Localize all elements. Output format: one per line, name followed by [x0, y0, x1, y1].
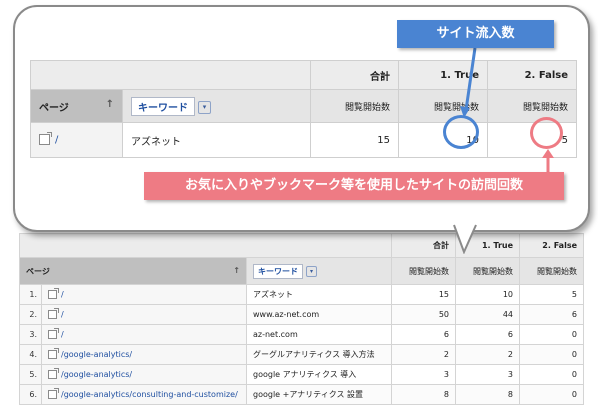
page-column-header[interactable]: ページ ↑ [19, 257, 247, 285]
table-row: 1. / アズネット 15 10 5 [19, 284, 585, 305]
table-row: 4. /google-analytics/ グーグルアナリティクス 導入方法 2… [19, 344, 585, 365]
external-link-icon[interactable] [48, 388, 59, 399]
page-link[interactable]: /google-analytics/consulting-and-customi… [61, 390, 238, 399]
external-link-icon[interactable] [48, 288, 59, 299]
zoom-table-row: / アズネット 15 10 5 [30, 122, 577, 158]
external-link-icon[interactable] [48, 348, 59, 359]
zoom-subheader-row: ページ ↑ キーワード ▾ 閲覧開始数 閲覧開始数 閲覧開始数 [30, 89, 577, 123]
metric-header-false[interactable]: 閲覧開始数 [519, 257, 585, 285]
external-link-icon[interactable] [48, 328, 59, 339]
table-row: 5. /google-analytics/ google アナリティクス 導入 … [19, 364, 585, 385]
report-header-row: 合計 1. True 2. False [18, 233, 585, 258]
table-row: 6. /google-analytics/consulting-and-cust… [19, 384, 585, 405]
external-link-icon[interactable] [48, 308, 59, 319]
metric-header-total[interactable]: 閲覧開始数 [391, 257, 457, 285]
sort-up-icon[interactable]: ↑ [106, 99, 114, 110]
zoom-keyword-cell: アズネット [122, 122, 311, 158]
zoom-header-row: 合計 1. True 2. False [30, 60, 577, 90]
report-table: 合計 1. True 2. False ページ ↑ キーワード ▾ 閲覧開始数 閲… [18, 233, 585, 405]
external-link-icon[interactable] [39, 132, 52, 146]
metric-header-true[interactable]: 閲覧開始数 [455, 257, 521, 285]
page-link[interactable]: /google-analytics/ [61, 350, 132, 359]
zoom-keyword-dimension-button[interactable]: キーワード [131, 96, 195, 116]
external-link-icon[interactable] [48, 368, 59, 379]
page-link[interactable]: /google-analytics/ [61, 370, 132, 379]
zoom-metric-true[interactable]: 閲覧開始数 [398, 89, 488, 123]
page-link[interactable]: / [61, 330, 64, 339]
callout-tail [453, 224, 477, 254]
zoom-metric-total[interactable]: 閲覧開始数 [310, 89, 399, 123]
page-link[interactable]: / [61, 310, 64, 319]
chevron-down-icon[interactable]: ▾ [198, 101, 211, 114]
chevron-down-icon[interactable]: ▾ [306, 265, 317, 277]
zoom-metric-false[interactable]: 閲覧開始数 [487, 89, 577, 123]
table-row: 3. / az-net.com 6 6 0 [19, 324, 585, 345]
zoom-col-true-header: 1. True [398, 60, 488, 90]
zoomed-table: 合計 1. True 2. False ページ ↑ キーワード ▾ 閲覧開始数 閲… [30, 60, 577, 158]
zoom-col-false-header: 2. False [487, 60, 577, 90]
keyword-dimension-button[interactable]: キーワード [253, 263, 303, 279]
report-subheader-row: ページ ↑ キーワード ▾ 閲覧開始数 閲覧開始数 閲覧開始数 [19, 257, 585, 285]
bookmark-visits-label: お気に入りやブックマーク等を使用したサイトの訪問回数 [144, 172, 564, 200]
col-total-header: 合計 [391, 233, 457, 258]
highlight-circle-pink [530, 117, 563, 149]
zoom-total-cell: 15 [310, 122, 399, 158]
zoom-page-link[interactable]: / [55, 135, 58, 146]
zoom-col-total-header: 合計 [310, 60, 399, 90]
highlight-circle-blue [443, 115, 479, 149]
site-inflow-label: サイト流入数 [397, 20, 554, 48]
table-row: 2. / www.az-net.com 50 44 6 [19, 304, 585, 325]
col-false-header: 2. False [519, 233, 585, 258]
sort-up-icon[interactable]: ↑ [233, 266, 240, 275]
page-link[interactable]: / [61, 290, 64, 299]
zoom-page-column-header[interactable]: ページ ↑ [30, 89, 123, 123]
